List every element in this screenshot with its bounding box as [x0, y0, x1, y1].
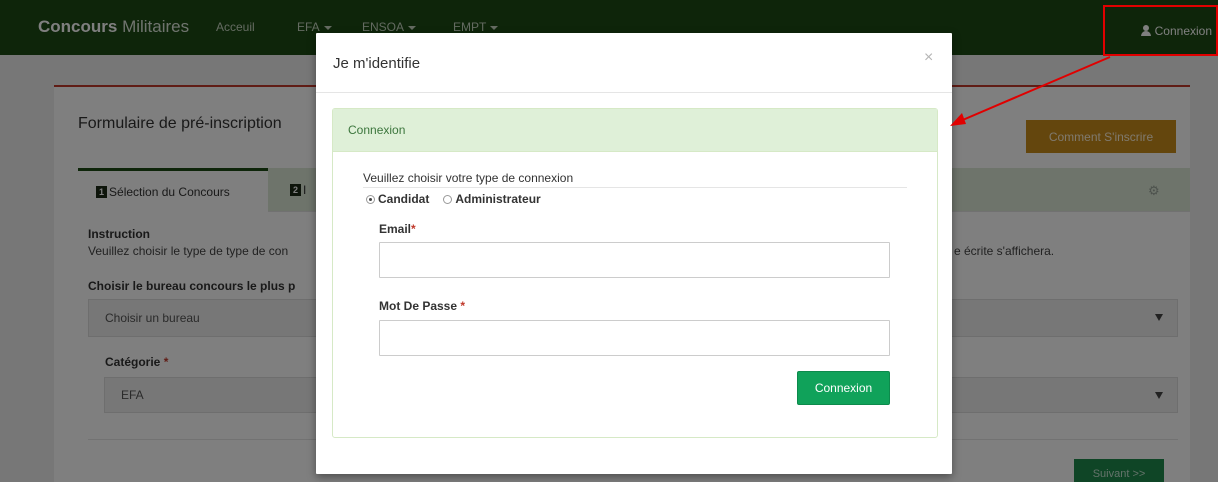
radio-administrateur-label[interactable]: Administrateur [455, 192, 540, 206]
radio-candidat[interactable] [366, 194, 375, 204]
modal-title: Je m'identifie [333, 55, 421, 72]
password-field[interactable] [379, 320, 890, 356]
radio-administrateur[interactable] [443, 194, 453, 204]
email-field[interactable] [379, 242, 890, 278]
close-icon[interactable]: × [924, 49, 933, 67]
divider [363, 187, 907, 188]
email-label: Email* [379, 222, 416, 236]
login-type-label: Veuillez choisir votre type de connexion [363, 171, 574, 185]
login-submit-button[interactable]: Connexion [797, 371, 890, 405]
modal-header: Je m'identifie × [316, 33, 952, 93]
password-label: Mot De Passe * [379, 299, 466, 313]
login-panel: Connexion Veuillez choisir votre type de… [332, 108, 938, 438]
login-panel-heading: Connexion [333, 109, 937, 152]
login-modal: Je m'identifie × Connexion Veuillez choi… [316, 33, 952, 474]
radio-candidat-label[interactable]: Candidat [378, 192, 429, 206]
login-type-radio-group: Candidat Administrateur [366, 192, 555, 206]
